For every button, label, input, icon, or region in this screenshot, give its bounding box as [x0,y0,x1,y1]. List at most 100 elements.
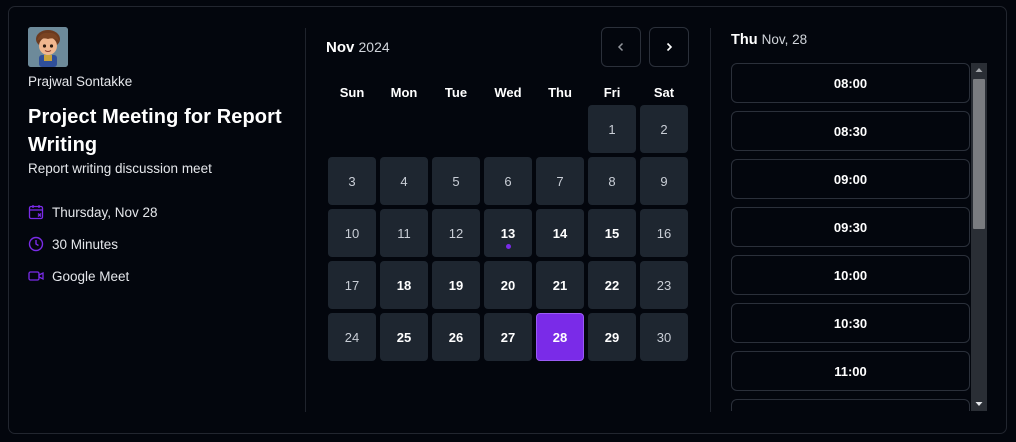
event-duration: 30 Minutes [52,236,119,252]
event-title: Project Meeting for Report Writing [28,106,282,156]
chevron-right-icon [664,42,674,52]
day-29[interactable]: 29 [588,313,636,361]
day-10[interactable]: 10 [328,209,376,257]
time-slot-button[interactable]: 10:30 [731,303,970,343]
slot-list-scrollbar[interactable] [971,63,987,411]
time-slot-button[interactable]: 10:00 [731,255,970,295]
day-number: 30 [656,329,672,345]
day-blank [432,105,480,153]
prev-month-button[interactable] [601,27,641,67]
day-number: 19 [448,277,464,293]
left-divider [305,28,306,412]
day-28-selected[interactable]: 28 [536,313,584,361]
day-number: 2 [660,121,668,137]
event-date-row: Thursday, Nov 28 [28,196,288,228]
slots-header: Thu Nov, 28 [731,32,807,48]
day-13[interactable]: 13 [484,209,532,257]
day-1[interactable]: 1 [588,105,636,153]
day-number: 7 [556,173,564,189]
day-11[interactable]: 11 [380,209,428,257]
day-3[interactable]: 3 [328,157,376,205]
chevron-left-icon [616,42,626,52]
day-number: 18 [396,277,412,293]
day-23[interactable]: 23 [640,261,688,309]
day-number: 13 [500,225,516,241]
day-26[interactable]: 26 [432,313,480,361]
time-slot-button[interactable] [731,399,970,411]
day-25[interactable]: 25 [380,313,428,361]
day-number: 4 [400,173,408,189]
next-month-button[interactable] [649,27,689,67]
day-14[interactable]: 14 [536,209,584,257]
event-info-panel: Prajwal Sontakke Project Meeting for Rep… [28,27,288,292]
day-18[interactable]: 18 [380,261,428,309]
event-location-row: Google Meet [28,260,288,292]
day-6[interactable]: 6 [484,157,532,205]
time-slot-list[interactable]: 08:00 08:30 09:00 09:30 10:00 10:30 11:00 [731,63,970,411]
day-16[interactable]: 16 [640,209,688,257]
day-number: 21 [552,277,568,293]
day-30[interactable]: 30 [640,313,688,361]
day-number: 1 [608,121,616,137]
calendar: Nov 2024 Sun Mon Tue Wed Thu Fri Sat 123456789… [326,27,692,361]
calendar-x-icon [28,204,44,220]
time-slot-button[interactable]: 09:30 [731,207,970,247]
day-20[interactable]: 20 [484,261,532,309]
day-27[interactable]: 27 [484,313,532,361]
day-number: 29 [604,329,620,345]
host-name: Prajwal Sontakke [28,74,133,89]
day-number: 23 [656,277,672,293]
day-blank [484,105,532,153]
time-slot-button[interactable]: 11:00 [731,351,970,391]
day-8[interactable]: 8 [588,157,636,205]
day-number: 14 [552,225,568,241]
day-blank [536,105,584,153]
day-number: 9 [660,173,668,189]
weekday-sat: Sat [653,85,675,100]
day-number: 16 [656,225,672,241]
clock-icon [28,236,44,252]
today-indicator-dot [505,244,511,249]
day-7[interactable]: 7 [536,157,584,205]
day-2[interactable]: 2 [640,105,688,153]
day-number: 20 [500,277,516,293]
day-21[interactable]: 21 [536,261,584,309]
day-17[interactable]: 17 [328,261,376,309]
day-number: 25 [396,329,412,345]
day-19[interactable]: 19 [432,261,480,309]
scroll-down-arrow-icon[interactable] [971,397,987,411]
day-blank [328,105,376,153]
day-number: 24 [344,329,360,345]
day-22[interactable]: 22 [588,261,636,309]
scroll-up-arrow-icon[interactable] [971,63,987,77]
day-15[interactable]: 15 [588,209,636,257]
time-slot-button[interactable]: 08:00 [731,63,970,103]
right-divider [710,28,711,412]
weekday-fri: Fri [603,85,621,100]
day-number: 10 [344,225,360,241]
slots-day: Thu [731,32,758,48]
day-number: 28 [552,329,568,345]
day-number: 26 [448,329,464,345]
day-number: 15 [604,225,620,241]
month-name: Nov [326,39,355,56]
day-number: 8 [608,173,616,189]
day-grid: 1 2 3 4 5 6 7 8 9 10 11 12 13 14 15 16 17 18 19 20 21 22 23 24 2… [328,105,688,361]
weekday-wed: Wed [494,85,522,100]
day-12[interactable]: 12 [432,209,480,257]
day-9[interactable]: 9 [640,157,688,205]
time-slot-button[interactable]: 08:30 [731,111,970,151]
day-number: 22 [604,277,620,293]
day-24[interactable]: 24 [328,313,376,361]
host-avatar [28,27,68,67]
slots-date: Nov, 28 [761,32,808,47]
event-duration-row: 30 Minutes [28,228,288,260]
day-5[interactable]: 5 [432,157,480,205]
time-slot-button[interactable]: 09:00 [731,159,970,199]
day-number: 3 [348,173,356,189]
weekday-thu: Thu [548,85,572,100]
event-meta: Thursday, Nov 28 30 Minutes Google Meet [28,196,288,292]
day-4[interactable]: 4 [380,157,428,205]
weekday-tue: Tue [444,85,468,100]
scrollbar-thumb[interactable] [973,79,985,229]
